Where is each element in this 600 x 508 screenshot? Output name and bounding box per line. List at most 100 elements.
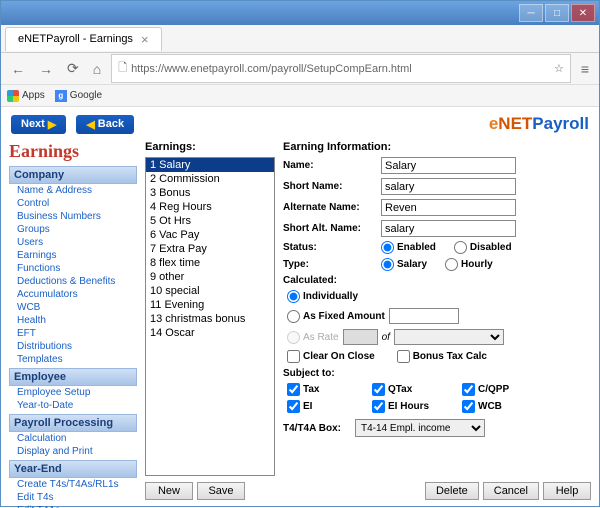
forward-icon[interactable]: → [35,59,57,79]
short-alt-input[interactable] [381,220,516,237]
list-item[interactable]: 11 Evening [146,298,274,312]
name-label: Name: [283,160,381,171]
browser-tab[interactable]: eNETPayroll - Earnings × [5,27,162,51]
bookmarks-bar: Apps g Google [1,85,599,107]
menu-item[interactable]: Deductions & Benefits [9,275,137,288]
menu-item[interactable]: Calculation [9,432,137,445]
short-alt-label: Short Alt. Name: [283,223,381,234]
name-input[interactable] [381,157,516,174]
earning-form: Earning Information: Name: Short Name: A… [283,141,591,500]
menu-item[interactable]: Edit T4s [9,491,137,504]
t4-box-label: T4/T4A Box: [283,423,355,434]
menu-item[interactable]: Distributions [9,340,137,353]
menu-header-employee[interactable]: Employee [9,368,137,386]
page-icon: 🗋 [118,59,127,78]
short-name-input[interactable] [381,178,516,195]
fixed-amount-input[interactable] [389,308,459,324]
list-item[interactable]: 1 Salary [146,158,274,172]
tab-close-icon[interactable]: × [141,32,149,47]
google-bookmark[interactable]: g Google [55,90,102,102]
new-button[interactable]: New [145,482,193,500]
menu-item[interactable]: Control [9,197,137,210]
back-button[interactable]: ◀Back [76,115,134,134]
delete-button[interactable]: Delete [425,482,479,500]
cancel-button[interactable]: Cancel [483,482,539,500]
close-window-button[interactable]: ✕ [571,4,595,22]
type-salary-radio[interactable]: Salary [381,258,427,271]
status-enabled-radio[interactable]: Enabled [381,241,436,254]
menu-header-payroll-processing[interactable]: Payroll Processing [9,414,137,432]
home-icon[interactable]: ⌂ [89,59,105,79]
save-button[interactable]: Save [197,482,245,500]
next-button[interactable]: Next▶ [11,115,66,134]
menu-item[interactable]: Templates [9,353,137,366]
menu-item[interactable]: Create T4s/T4As/RL1s [9,478,137,491]
list-item[interactable]: 5 Ot Hrs [146,214,274,228]
alt-name-input[interactable] [381,199,516,216]
type-label: Type: [283,259,381,270]
menu-item[interactable]: EFT [9,327,137,340]
bookmark-star-icon[interactable]: ☆ [554,62,564,75]
menu-item[interactable]: Year-to-Date [9,399,137,412]
type-hourly-radio[interactable]: Hourly [445,258,493,271]
subject-cqpp-check[interactable]: C/QPP [462,383,547,396]
earnings-column: Earnings: 1 Salary2 Commission3 Bonus4 R… [145,141,275,500]
list-item[interactable]: 8 flex time [146,256,274,270]
list-item[interactable]: 14 Oscar [146,326,274,340]
clear-on-close-check[interactable]: Clear On Close [287,350,375,363]
reload-icon[interactable]: ⟳ [63,58,83,79]
menu-item[interactable]: Earnings [9,249,137,262]
next-arrow-icon: ▶ [48,118,56,131]
list-item[interactable]: 10 special [146,284,274,298]
window-titlebar: ─ □ ✕ [1,1,599,25]
menu-item[interactable]: Employee Setup [9,386,137,399]
calc-fixed-radio[interactable]: As Fixed Amount [287,310,385,323]
back-icon[interactable]: ← [7,59,29,79]
minimize-button[interactable]: ─ [519,4,543,22]
url-field[interactable]: 🗋 https://www.enetpayroll.com/payroll/Se… [111,54,571,83]
subject-qtax-check[interactable]: QTax [372,383,462,396]
menu-item[interactable]: Accumulators [9,288,137,301]
status-disabled-radio[interactable]: Disabled [454,241,512,254]
earnings-listbox[interactable]: 1 Salary2 Commission3 Bonus4 Reg Hours5 … [145,157,275,476]
apps-bookmark[interactable]: Apps [7,90,45,102]
list-item[interactable]: 9 other [146,270,274,284]
calc-rate-radio[interactable]: As Rate [287,331,339,344]
list-item[interactable]: 13 christmas bonus [146,312,274,326]
menu-header-company[interactable]: Company [9,166,137,184]
subject-ei-check[interactable]: EI [287,400,372,413]
menu-icon[interactable]: ≡ [577,59,593,79]
subject-ei-hours-check[interactable]: EI Hours [372,400,462,413]
form-title: Earning Information: [283,141,591,153]
browser-tab-bar: eNETPayroll - Earnings × [1,25,599,53]
t4-box-select[interactable]: T4-14 Empl. income [355,419,485,437]
menu-item[interactable]: Groups [9,223,137,236]
menu-header-year-end[interactable]: Year-End [9,460,137,478]
menu-item[interactable]: Edit T4As [9,504,137,508]
short-name-label: Short Name: [283,181,381,192]
menu-item[interactable]: Business Numbers [9,210,137,223]
list-item[interactable]: 7 Extra Pay [146,242,274,256]
list-item[interactable]: 3 Bonus [146,186,274,200]
list-item[interactable]: 2 Commission [146,172,274,186]
menu-item[interactable]: Functions [9,262,137,275]
list-item[interactable]: 4 Reg Hours [146,200,274,214]
url-text: https://www.enetpayroll.com/payroll/Setu… [131,63,412,75]
subject-wcb-check[interactable]: WCB [462,400,547,413]
maximize-button[interactable]: □ [545,4,569,22]
rate-input [343,329,378,345]
menu-item[interactable]: Name & Address [9,184,137,197]
list-item[interactable]: 6 Vac Pay [146,228,274,242]
calc-individually-radio[interactable]: Individually [287,290,358,303]
menu-item[interactable]: Display and Print [9,445,137,458]
tab-title: eNETPayroll - Earnings [18,33,133,45]
brand-logo: eNETPayroll [489,114,589,134]
status-label: Status: [283,242,381,253]
menu-item[interactable]: Users [9,236,137,249]
subject-tax-check[interactable]: Tax [287,383,372,396]
bonus-tax-check[interactable]: Bonus Tax Calc [397,350,487,363]
rate-of-select[interactable] [394,329,504,345]
help-button[interactable]: Help [543,482,591,500]
menu-item[interactable]: WCB [9,301,137,314]
menu-item[interactable]: Health [9,314,137,327]
